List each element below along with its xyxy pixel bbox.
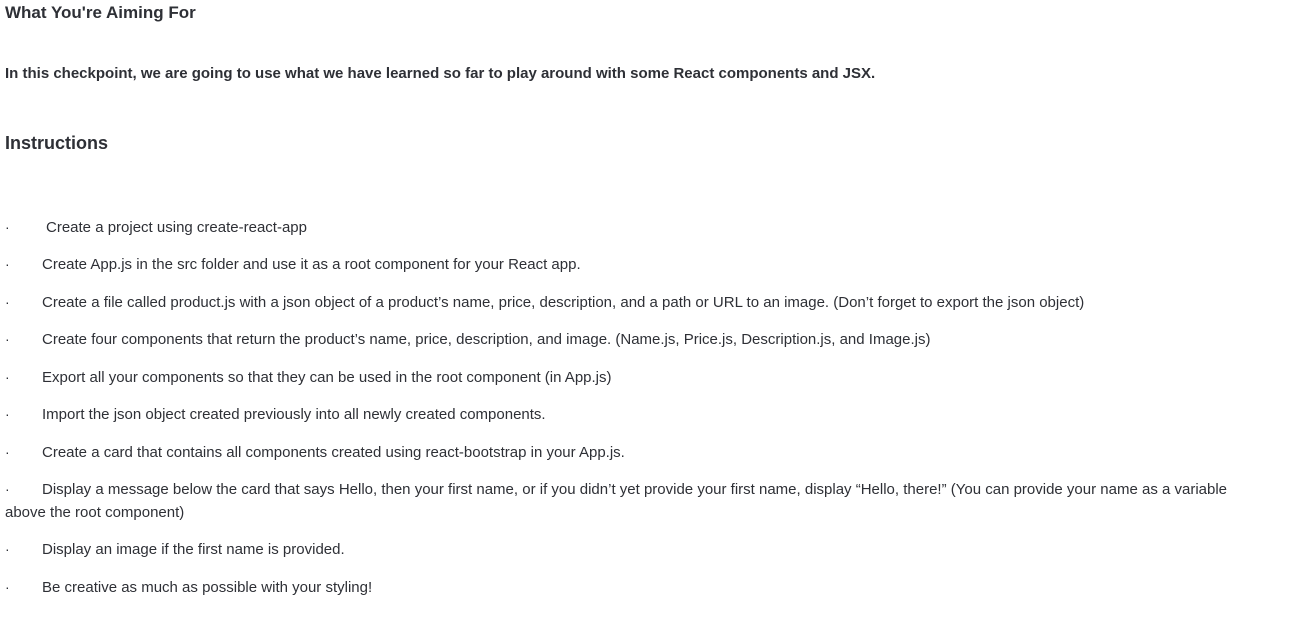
bullet: · (5, 541, 10, 557)
intro-paragraph: In this checkpoint, we are going to use … (5, 65, 876, 82)
list-item-text: Create four components that return the p… (42, 331, 931, 348)
list-item-text: Create a project using create-react-app (46, 219, 307, 236)
list-item-text: Export all your components so that they … (42, 369, 612, 386)
bullet: · (5, 406, 10, 422)
list-item-text: Create a file called product.js with a j… (42, 294, 1085, 311)
list-item-text: Create a card that contains all componen… (42, 444, 625, 461)
bullet: · (5, 444, 10, 460)
bullet: · (5, 579, 10, 595)
list-item-text: Import the json object created previousl… (42, 406, 546, 423)
list-item-text: Display a message below the card that sa… (5, 481, 1228, 521)
bullet: · (5, 331, 10, 347)
list-item-text: Create App.js in the src folder and use … (42, 256, 581, 273)
bullet: · (5, 294, 10, 310)
bullet: · (5, 256, 10, 272)
list-item-text: Display an image if the first name is pr… (42, 541, 345, 558)
document-page: What You're Aiming For In this checkpoin… (0, 0, 1301, 632)
page-title: What You're Aiming For (5, 3, 196, 22)
bullet: · (5, 219, 10, 235)
instructions-heading: Instructions (5, 133, 109, 153)
list-item-text: Be creative as much as possible with you… (42, 579, 373, 596)
bullet: · (5, 369, 10, 385)
